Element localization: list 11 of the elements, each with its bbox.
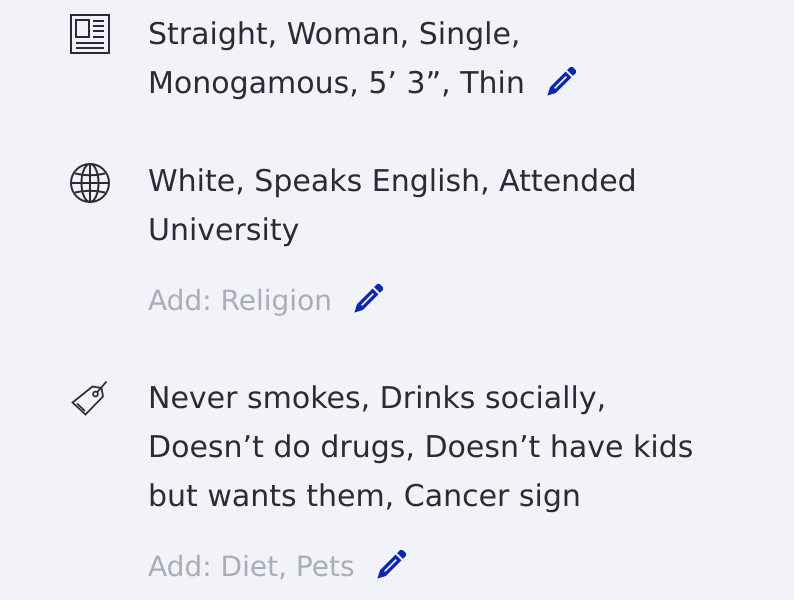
edit-pencil-icon[interactable] — [544, 67, 576, 98]
profile-details-text: White, Speaks English, Attended University — [148, 164, 637, 248]
add-details-link[interactable]: Add: Diet, Pets — [148, 550, 355, 583]
profile-details-text: Never smokes, Drinks socially, Doesn’t do drugs, Doesn’t have kids but wants them, Cancer sign — [148, 381, 694, 514]
price-tag-icon — [71, 380, 108, 416]
add-details-link[interactable]: Add: Religion — [148, 284, 332, 317]
edit-pencil-icon[interactable] — [352, 284, 383, 315]
globe-icon — [70, 163, 110, 203]
document-icon — [70, 14, 110, 54]
edit-pencil-icon[interactable] — [374, 550, 406, 581]
profile-details-text: Straight, Woman, Single, Monogamous, 5’ 3”, Thin — [148, 17, 525, 101]
